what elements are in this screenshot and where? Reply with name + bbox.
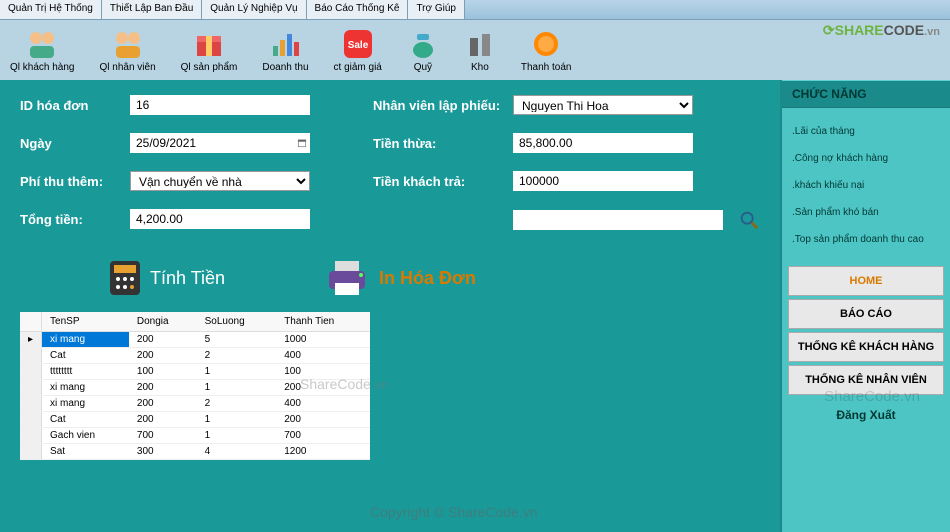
id-label: ID hóa đơn — [20, 98, 130, 113]
sidebar-item[interactable]: .Sản phẩm khó bán — [790, 199, 942, 226]
table-row[interactable]: Gach vien7001700 — [20, 428, 370, 444]
menubar: Quản Trị Hệ ThốngThiết Lập Ban ĐầuQuản L… — [0, 0, 950, 20]
toolbar-payment[interactable]: Thanh toán — [521, 28, 572, 73]
sidebar-button[interactable]: HOME — [788, 266, 944, 296]
table-row[interactable]: Sat30041200 — [20, 444, 370, 460]
sidebar-header: CHỨC NĂNG — [782, 80, 950, 108]
table-row[interactable]: ▸xi mang20051000 — [20, 332, 370, 348]
total-label: Tổng tiền: — [20, 212, 130, 227]
total-input[interactable] — [130, 209, 310, 229]
calculator-icon — [110, 261, 140, 295]
table-row[interactable]: Cat2002400 — [20, 348, 370, 364]
sidebar-button[interactable]: THỐNG KÊ NHÂN VIÊN — [788, 365, 944, 395]
employee-label: Nhân viên lập phiếu: — [373, 98, 513, 113]
paid-label: Tiền khách trả: — [373, 174, 513, 189]
table-row[interactable]: xi mang2001200 — [20, 380, 370, 396]
toolbar-warehouse[interactable]: Kho — [464, 28, 496, 73]
toolbar-users[interactable]: Ql khách hàng — [10, 28, 75, 73]
logo-circle: ⟳ — [823, 22, 835, 38]
change-input[interactable] — [513, 133, 693, 153]
date-label: Ngày — [20, 136, 130, 151]
menu-item[interactable]: Quản Trị Hệ Thống — [0, 0, 102, 19]
data-table[interactable]: TenSPDongiaSoLuongThanh Tien▸xi mang2005… — [20, 312, 370, 460]
sidebar-button[interactable]: BÁO CÁO — [788, 299, 944, 329]
sidebar-item[interactable]: .Công nợ khách hàng — [790, 145, 942, 172]
paid-input[interactable] — [513, 171, 693, 191]
search-icon[interactable] — [738, 209, 760, 231]
menu-item[interactable]: Báo Cáo Thống Kê — [307, 0, 409, 19]
toolbar-users2[interactable]: Ql nhân viên — [100, 28, 156, 73]
sidebar-item[interactable]: .Lãi của tháng — [790, 118, 942, 145]
menu-item[interactable]: Trợ Giúp — [408, 0, 465, 19]
toolbar-chart[interactable]: Doanh thu — [262, 28, 308, 73]
toolbar-fund[interactable]: Quỹ — [407, 28, 439, 73]
fee-label: Phí thu thêm: — [20, 174, 130, 189]
sidebar-item[interactable]: .Top sản phẩm doanh thu cao — [790, 226, 942, 253]
toolbar: Ql khách hàng Ql nhân viên Ql sản phẩm Doan… — [0, 20, 950, 80]
sidebar: CHỨC NĂNG .Lãi của tháng.Công nợ khách h… — [780, 80, 950, 532]
logout-button[interactable]: Đăng Xuất — [782, 398, 950, 432]
content-area: ID hóa đơn Ngày Phí thu thêm: Vận chuyển… — [0, 80, 780, 532]
date-input[interactable] — [130, 133, 310, 153]
table-row[interactable]: Cat2001200 — [20, 412, 370, 428]
sidebar-button[interactable]: THỐNG KÊ KHÁCH HÀNG — [788, 332, 944, 362]
table-row[interactable]: xi mang2002400 — [20, 396, 370, 412]
copyright-text: Copyright © ShareCode.vn — [370, 504, 538, 520]
menu-item[interactable]: Quản Lý Nghiệp Vụ — [202, 0, 306, 19]
id-input[interactable] — [130, 95, 310, 115]
menu-item[interactable]: Thiết Lập Ban Đầu — [102, 0, 202, 19]
table-row[interactable]: tttttttt1001100 — [20, 364, 370, 380]
fee-select[interactable]: Vận chuyển về nhà — [130, 171, 310, 191]
logo: ⟳SHARECODE.vn — [823, 22, 940, 39]
print-button[interactable]: In Hóa Đơn — [325, 259, 476, 297]
change-label: Tiền thừa: — [373, 136, 513, 151]
calc-button[interactable]: Tính Tiền — [110, 261, 225, 295]
svg-text:Sale: Sale — [347, 40, 368, 51]
sidebar-item[interactable]: .khách khiếu nại — [790, 172, 942, 199]
toolbar-box[interactable]: Ql sản phẩm — [181, 28, 238, 73]
employee-select[interactable]: Nguyen Thi Hoa — [513, 95, 693, 115]
calendar-icon[interactable] — [297, 135, 307, 151]
toolbar-sale[interactable]: Salect giảm giá — [334, 28, 382, 73]
search-input[interactable] — [513, 210, 723, 230]
printer-icon — [325, 259, 369, 297]
